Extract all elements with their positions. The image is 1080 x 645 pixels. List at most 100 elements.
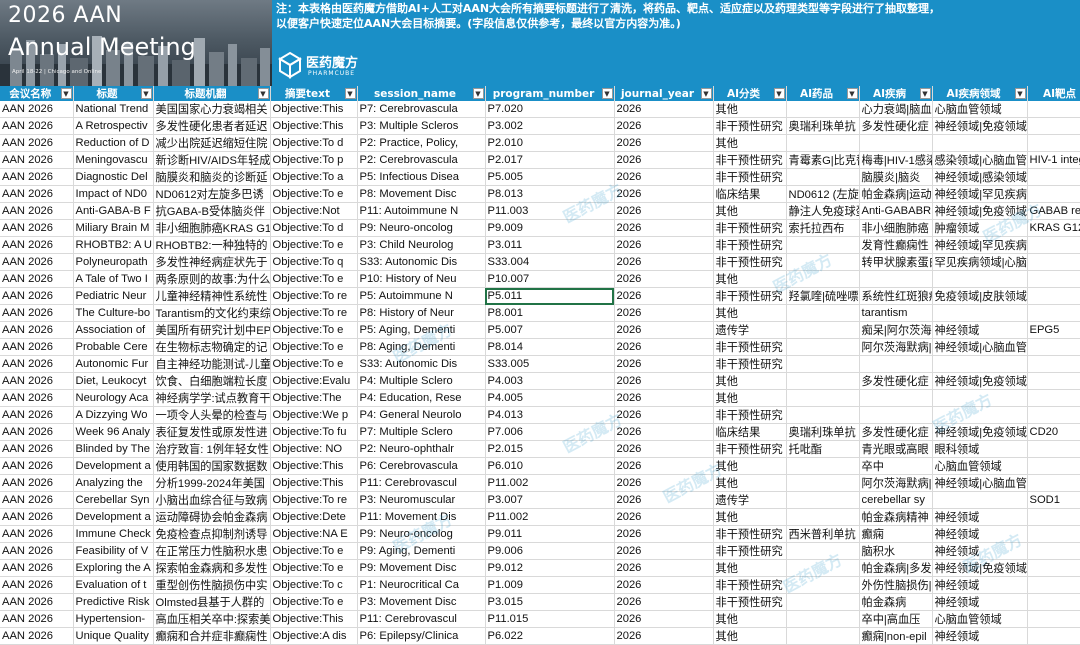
table-cell[interactable]: 多发性硬化症 <box>859 117 933 135</box>
filter-dropdown-icon[interactable]: ▼ <box>846 88 858 99</box>
table-cell[interactable]: Anti-GABABR <box>859 202 933 220</box>
table-cell[interactable]: Objective:To e <box>270 321 358 339</box>
table-cell[interactable]: Blinded by The <box>73 440 154 458</box>
table-cell[interactable]: 2026 <box>614 151 714 169</box>
table-cell[interactable]: Miliary Brain M <box>73 219 154 237</box>
table-cell[interactable] <box>1027 457 1080 475</box>
table-cell[interactable]: 2026 <box>614 508 714 526</box>
table-cell[interactable]: cerebellar sy <box>859 491 933 509</box>
table-cell[interactable]: 2026 <box>614 101 714 118</box>
table-cell[interactable]: 探索帕金森病和多发性 <box>153 559 271 577</box>
table-cell[interactable]: 心力衰竭|脑血 <box>859 101 933 118</box>
table-cell[interactable] <box>1027 168 1080 186</box>
table-cell[interactable]: 羟氯喹|硫唑嘌 <box>786 287 860 305</box>
table-cell[interactable]: 其他 <box>713 134 787 152</box>
table-cell[interactable]: P3: Movement Disc <box>357 593 486 611</box>
table-cell[interactable]: Evaluation of t <box>73 576 154 594</box>
table-cell[interactable]: 神经领域|罕见疾病 <box>932 185 1028 203</box>
table-cell[interactable] <box>932 304 1028 322</box>
column-header[interactable]: AI分类 ▼ <box>713 86 787 101</box>
table-cell[interactable]: AAN 2026 <box>0 491 74 509</box>
table-cell[interactable]: 其他 <box>713 270 787 288</box>
table-cell[interactable] <box>1027 355 1080 373</box>
table-cell[interactable]: 神经领域|罕见疾病 <box>932 236 1028 254</box>
table-cell[interactable]: P5: Aging, Dementi <box>357 321 486 339</box>
table-cell[interactable]: 神经领域 <box>932 593 1028 611</box>
table-cell[interactable]: AAN 2026 <box>0 406 74 424</box>
table-row[interactable]: AAN 2026 A Tale of Two I 两条原则的故事:为什么 Object… <box>0 270 1080 288</box>
table-cell[interactable]: 治疗致盲: 1例年轻女性 <box>153 440 271 458</box>
column-header[interactable]: session_name ▼ <box>357 86 486 101</box>
table-cell[interactable]: 阿尔茨海默病| <box>859 474 933 492</box>
table-cell[interactable] <box>1027 576 1080 594</box>
table-cell[interactable]: 发育性癫痫性 <box>859 236 933 254</box>
table-cell[interactable]: Objective:The <box>270 389 358 407</box>
table-cell[interactable]: AAN 2026 <box>0 627 74 645</box>
table-cell[interactable] <box>1027 627 1080 645</box>
table-cell[interactable]: 2026 <box>614 219 714 237</box>
table-cell[interactable]: P3: Neuromuscular <box>357 491 486 509</box>
table-cell[interactable] <box>786 491 860 509</box>
table-cell[interactable]: 青光眼或高眼 <box>859 440 933 458</box>
table-cell[interactable]: P2.017 <box>485 151 615 169</box>
table-cell[interactable]: Feasibility of V <box>73 542 154 560</box>
table-cell[interactable]: 免疫领域|皮肤领域 <box>932 287 1028 305</box>
table-cell[interactable]: 2026 <box>614 593 714 611</box>
table-cell[interactable]: S33.004 <box>485 253 615 271</box>
table-cell[interactable]: 神经领域|心脑血管 <box>932 338 1028 356</box>
table-cell[interactable]: AAN 2026 <box>0 168 74 186</box>
table-row[interactable]: AAN 2026 Diagnostic Del 脑膜炎和脑炎的诊断延 Objectiv… <box>0 168 1080 186</box>
table-cell[interactable] <box>786 406 860 424</box>
column-header[interactable]: AI药品 ▼ <box>786 86 860 101</box>
table-cell[interactable] <box>1027 474 1080 492</box>
table-cell[interactable]: 美国所有研究计划中EP <box>153 321 271 339</box>
table-cell[interactable] <box>786 593 860 611</box>
table-cell[interactable]: RHOBTB2: A U <box>73 236 154 254</box>
table-cell[interactable]: AAN 2026 <box>0 474 74 492</box>
table-cell[interactable]: P3.002 <box>485 117 615 135</box>
table-cell[interactable]: Objective:We p <box>270 406 358 424</box>
table-cell[interactable]: AAN 2026 <box>0 610 74 628</box>
table-cell[interactable]: 2026 <box>614 491 714 509</box>
table-cell[interactable] <box>1027 440 1080 458</box>
filter-dropdown-icon[interactable]: ▼ <box>601 88 613 99</box>
table-cell[interactable]: AAN 2026 <box>0 117 74 135</box>
table-cell[interactable] <box>786 457 860 475</box>
table-cell[interactable]: P2.010 <box>485 134 615 152</box>
table-cell[interactable]: 2026 <box>614 406 714 424</box>
table-cell[interactable]: Objective:To e <box>270 593 358 611</box>
table-cell[interactable]: P9: Aging, Dementi <box>357 542 486 560</box>
table-cell[interactable] <box>786 474 860 492</box>
table-cell[interactable]: 心脑血管领域 <box>932 457 1028 475</box>
table-cell[interactable]: P7: Multiple Sclero <box>357 423 486 441</box>
table-cell[interactable]: AAN 2026 <box>0 321 74 339</box>
table-cell[interactable] <box>932 406 1028 424</box>
table-cell[interactable]: AAN 2026 <box>0 236 74 254</box>
table-cell[interactable]: SOD1 <box>1027 491 1080 509</box>
table-cell[interactable]: 两条原则的故事:为什么 <box>153 270 271 288</box>
table-cell[interactable]: Objective:To e <box>270 559 358 577</box>
table-cell[interactable]: P5.011 <box>485 287 615 305</box>
table-cell[interactable]: S33.005 <box>485 355 615 373</box>
table-cell[interactable]: Objective:To fu <box>270 423 358 441</box>
table-cell[interactable]: Pediatric Neur <box>73 287 154 305</box>
table-cell[interactable]: 神经领域|心脑血管 <box>932 474 1028 492</box>
table-cell[interactable] <box>1027 525 1080 543</box>
table-cell[interactable]: Analyzing the <box>73 474 154 492</box>
table-cell[interactable]: 在生物标志物确定的记 <box>153 338 271 356</box>
table-row[interactable]: AAN 2026 Exploring the A 探索帕金森病和多发性 Objecti… <box>0 559 1080 577</box>
table-cell[interactable]: 卒中|高血压 <box>859 610 933 628</box>
table-row[interactable]: AAN 2026 Development a 使用韩国的国家数据数 Objective… <box>0 457 1080 475</box>
table-cell[interactable]: 儿童神经精神性系统性 <box>153 287 271 305</box>
table-row[interactable]: AAN 2026 Impact of ND0 ND0612对左旋多巴诱 Objecti… <box>0 185 1080 203</box>
table-cell[interactable]: 帕金森病 <box>859 593 933 611</box>
table-row[interactable]: AAN 2026 Development a 运动障碍协会帕金森病 Objective… <box>0 508 1080 526</box>
table-cell[interactable]: P11: Movement Dis <box>357 508 486 526</box>
filter-dropdown-icon[interactable]: ▼ <box>257 88 269 99</box>
table-cell[interactable]: 分析1999-2024年美国 <box>153 474 271 492</box>
table-cell[interactable]: Meningovascu <box>73 151 154 169</box>
table-row[interactable]: AAN 2026 Meningovascu 新诊断HIV/AIDS年轻成 Object… <box>0 151 1080 169</box>
table-cell[interactable]: 非干预性研究 <box>713 236 787 254</box>
table-cell[interactable]: P1.009 <box>485 576 615 594</box>
table-cell[interactable]: 非干预性研究 <box>713 253 787 271</box>
